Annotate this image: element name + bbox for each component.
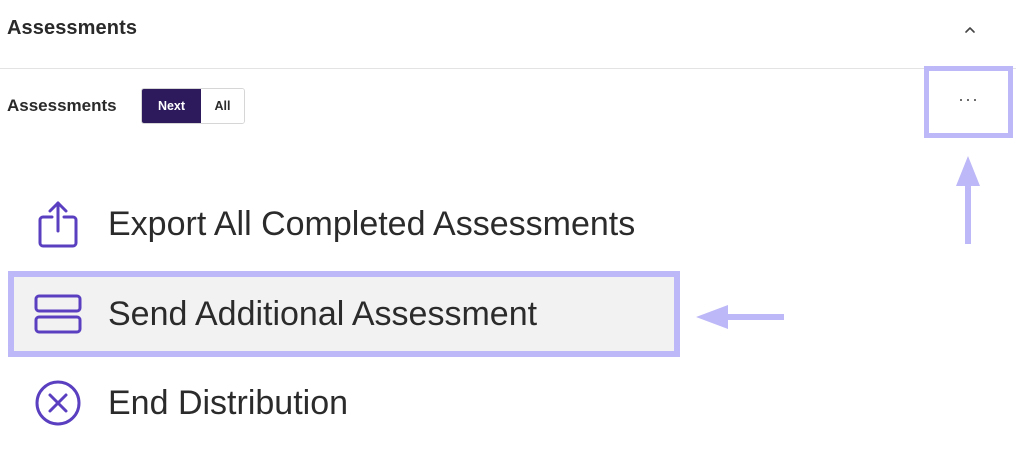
close-circle-icon [30,375,86,431]
share-upload-icon [30,196,86,252]
toolbar-label: Assessments [7,96,117,115]
chevron-up-icon [965,27,975,33]
section-header: Assessments [0,0,1016,69]
toggle-next-button[interactable]: Next [142,89,201,123]
stacked-rectangles-icon [30,286,86,342]
menu-item-end-distribution[interactable]: End Distribution [8,360,680,446]
menu-item-send-additional[interactable]: Send Additional Assessment [8,271,680,357]
more-options-button[interactable]: ··· [924,66,1013,138]
menu-item-label: Send Additional Assessment [108,294,538,333]
toggle-all-button[interactable]: All [201,89,244,123]
menu-item-label: Export All Completed Assessments [108,204,636,243]
menu-item-label: End Distribution [108,383,349,422]
more-horizontal-icon: ··· [958,89,979,109]
section-title: Assessments [7,17,138,39]
annotation-arrow-up-icon [956,156,980,244]
menu-item-export[interactable]: Export All Completed Assessments [8,181,680,267]
assessments-toolbar: Assessments Next All [0,80,1016,130]
next-all-toggle: Next All [141,88,245,124]
collapse-button[interactable] [958,18,982,42]
annotation-arrow-left-icon [696,305,784,329]
